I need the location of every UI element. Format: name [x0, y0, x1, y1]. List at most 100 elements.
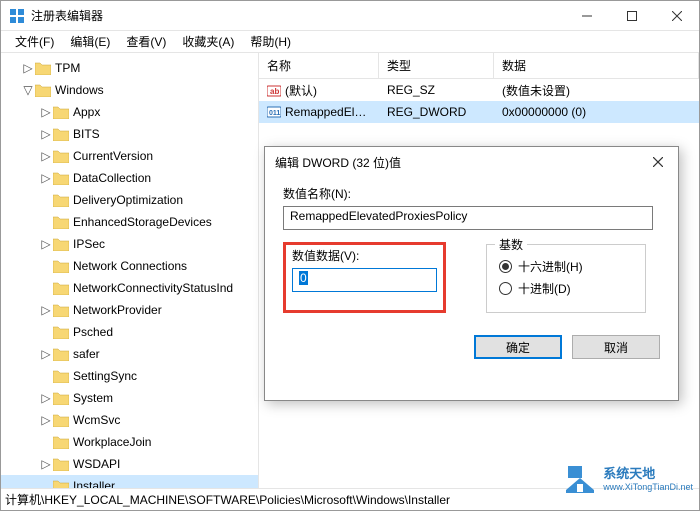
tree-item-enhancedstoragedevices[interactable]: EnhancedStorageDevices [1, 211, 258, 233]
tree-item-settingsync[interactable]: SettingSync [1, 365, 258, 387]
window-title-bar: 注册表编辑器 [1, 1, 699, 31]
tree-expander-icon[interactable]: ▷ [39, 171, 53, 185]
tree-expander-icon[interactable]: ▽ [21, 83, 35, 97]
menu-file[interactable]: 文件(F) [7, 31, 62, 52]
tree-item-networkprovider[interactable]: ▷ NetworkProvider [1, 299, 258, 321]
tree-expander-icon[interactable]: ▷ [39, 303, 53, 317]
tree-item-currentversion[interactable]: ▷ CurrentVersion [1, 145, 258, 167]
regedit-app-icon [9, 8, 25, 24]
col-type-header[interactable]: 类型 [379, 53, 494, 78]
tree-item-label: safer [73, 347, 100, 361]
folder-icon [35, 62, 51, 75]
folder-icon [53, 194, 69, 207]
col-data-header[interactable]: 数据 [494, 53, 699, 78]
registry-tree-pane[interactable]: ▷TPM▽Windows▷Appx▷BITS▷CurrentVersion▷Da… [1, 53, 259, 488]
tree-item-label: CurrentVersion [73, 149, 153, 163]
tree-item-psched[interactable]: Psched [1, 321, 258, 343]
value-data-label: 数值数据(V): [292, 247, 437, 264]
folder-icon [53, 128, 69, 141]
cancel-button[interactable]: 取消 [572, 335, 660, 359]
list-row[interactable]: ab(默认)REG_SZ(数值未设置) [259, 79, 699, 101]
list-body[interactable]: ab(默认)REG_SZ(数值未设置)011RemappedEle...REG_… [259, 79, 699, 123]
tree-item-label: WcmSvc [73, 413, 120, 427]
tree-item-label: NetworkProvider [73, 303, 162, 317]
tree-item-installer[interactable]: Installer [1, 475, 258, 488]
folder-icon [53, 106, 69, 119]
radio-hex-label: 十六进制(H) [518, 258, 583, 275]
tree-item-label: Network Connections [73, 259, 187, 273]
radio-dec[interactable]: 十进制(D) [499, 280, 633, 297]
tree-item-wsdapi[interactable]: ▷ WSDAPI [1, 453, 258, 475]
registry-tree[interactable]: ▷TPM▽Windows▷Appx▷BITS▷CurrentVersion▷Da… [1, 57, 258, 488]
folder-icon [53, 260, 69, 273]
list-header: 名称 类型 数据 [259, 53, 699, 79]
list-row-name: RemappedEle... [285, 105, 371, 119]
tree-item-workplacejoin[interactable]: WorkplaceJoin [1, 431, 258, 453]
svg-text:011: 011 [269, 110, 280, 117]
col-name-header[interactable]: 名称 [259, 53, 379, 78]
menu-view[interactable]: 查看(V) [118, 31, 174, 52]
tree-item-label: NetworkConnectivityStatusInd [73, 281, 233, 295]
tree-item-ipsec[interactable]: ▷IPSec [1, 233, 258, 255]
tree-item-networkconnectivitystatusind[interactable]: NetworkConnectivityStatusInd [1, 277, 258, 299]
tree-expander-icon[interactable]: ▷ [39, 391, 53, 405]
tree-expander-icon[interactable]: ▷ [39, 413, 53, 427]
tree-item-tpm[interactable]: ▷TPM [1, 57, 258, 79]
tree-item-appx[interactable]: ▷ Appx [1, 101, 258, 123]
radio-dec-label: 十进制(D) [518, 280, 571, 297]
list-row-name: (默认) [285, 84, 317, 98]
dialog-close-button[interactable] [638, 147, 678, 177]
tree-expander-icon[interactable]: ▷ [39, 127, 53, 141]
folder-icon [53, 304, 69, 317]
menu-help[interactable]: 帮助(H) [242, 31, 299, 52]
dword-value-icon: 011 [267, 105, 281, 119]
folder-icon [53, 370, 69, 383]
maximize-button[interactable] [609, 1, 654, 30]
tree-item-wcmsvc[interactable]: ▷ WcmSvc [1, 409, 258, 431]
tree-expander-icon[interactable]: ▷ [39, 237, 53, 251]
value-name-input[interactable]: RemappedElevatedProxiesPolicy [283, 206, 653, 230]
tree-expander-icon[interactable]: ▷ [39, 347, 53, 361]
string-value-icon: ab [267, 84, 281, 98]
tree-item-safer[interactable]: ▷ safer [1, 343, 258, 365]
tree-item-deliveryoptimization[interactable]: DeliveryOptimization [1, 189, 258, 211]
tree-item-network-connections[interactable]: Network Connections [1, 255, 258, 277]
folder-icon [53, 282, 69, 295]
ok-button[interactable]: 确定 [474, 335, 562, 359]
tree-expander-icon[interactable]: ▷ [39, 149, 53, 163]
value-data-input[interactable]: 0 [292, 268, 437, 292]
value-data-highlight: 数值数据(V): 0 [283, 242, 446, 313]
radio-hex[interactable]: 十六进制(H) [499, 258, 633, 275]
tree-item-datacollection[interactable]: ▷ DataCollection [1, 167, 258, 189]
menu-edit[interactable]: 编辑(E) [62, 31, 118, 52]
radio-hex-indicator [499, 260, 512, 273]
tree-item-label: Installer [73, 479, 115, 488]
folder-icon [53, 326, 69, 339]
folder-icon [53, 458, 69, 471]
minimize-button[interactable] [564, 1, 609, 30]
folder-icon [35, 84, 51, 97]
tree-item-system[interactable]: ▷ System [1, 387, 258, 409]
status-path: 计算机\HKEY_LOCAL_MACHINE\SOFTWARE\Policies… [5, 491, 450, 508]
status-bar: 计算机\HKEY_LOCAL_MACHINE\SOFTWARE\Policies… [1, 488, 699, 510]
close-button[interactable] [654, 1, 699, 30]
list-row-data: (数值未设置) [494, 80, 699, 101]
list-row[interactable]: 011RemappedEle...REG_DWORD0x00000000 (0) [259, 101, 699, 123]
tree-expander-icon[interactable]: ▷ [21, 61, 35, 75]
tree-item-label: WorkplaceJoin [73, 435, 151, 449]
tree-item-label: DataCollection [73, 171, 151, 185]
menu-bar: 文件(F) 编辑(E) 查看(V) 收藏夹(A) 帮助(H) [1, 31, 699, 53]
folder-icon [53, 480, 69, 489]
tree-item-bits[interactable]: ▷BITS [1, 123, 258, 145]
tree-expander-icon[interactable]: ▷ [39, 457, 53, 471]
folder-icon [53, 436, 69, 449]
menu-favorites[interactable]: 收藏夹(A) [174, 31, 242, 52]
base-legend: 基数 [495, 236, 527, 253]
tree-item-windows[interactable]: ▽Windows [1, 79, 258, 101]
tree-item-label: System [73, 391, 113, 405]
tree-item-label: Appx [73, 105, 100, 119]
radio-dec-indicator [499, 282, 512, 295]
base-radio-group: 基数 十六进制(H) 十进制(D) [486, 244, 646, 313]
tree-item-label: WSDAPI [73, 457, 120, 471]
tree-expander-icon[interactable]: ▷ [39, 105, 53, 119]
